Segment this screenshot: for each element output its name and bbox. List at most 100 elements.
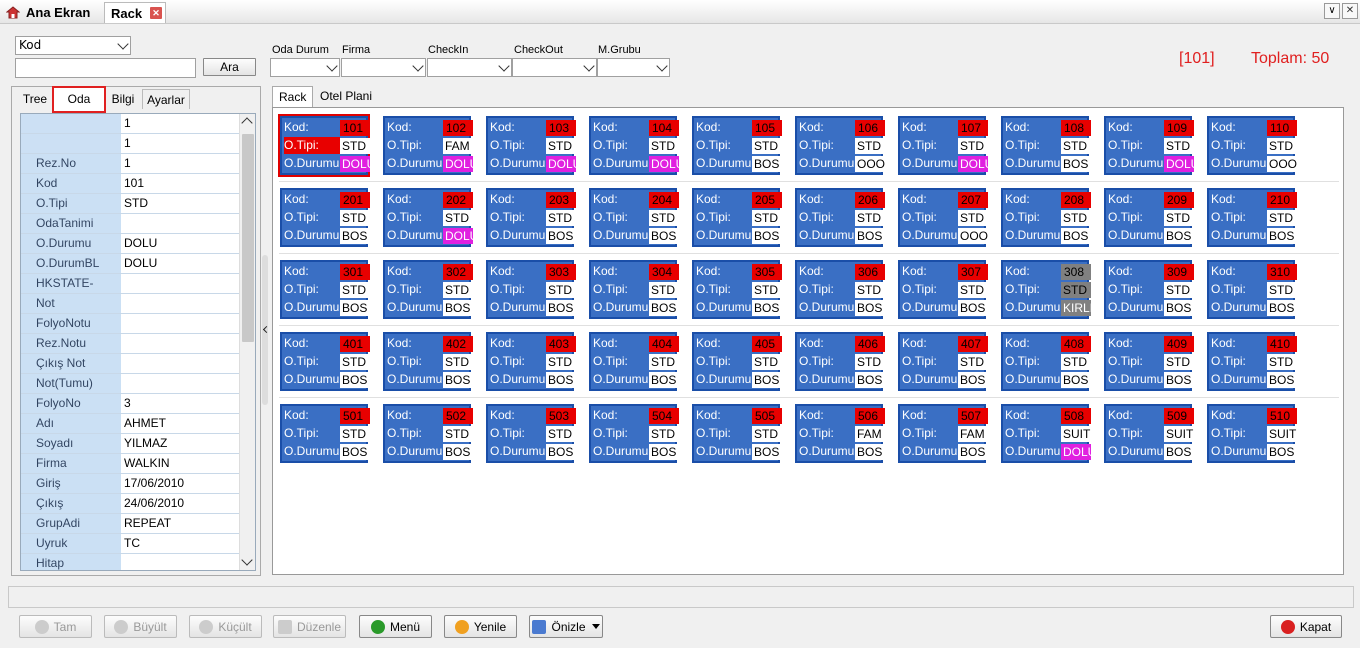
room-card[interactable]: Kod: 510 O.Tipi: SUIT O.Durumu: BOS [1207, 404, 1297, 463]
property-row[interactable]: Not(Tumu) [21, 374, 255, 394]
chevron-down-icon[interactable] [241, 554, 253, 566]
property-row[interactable]: Çıkış 24/06/2010 [21, 494, 255, 514]
tam-button[interactable]: Tam [19, 615, 92, 638]
room-card[interactable]: Kod: 209 O.Tipi: STD O.Durumu: BOS [1104, 188, 1194, 247]
room-card[interactable]: Kod: 307 O.Tipi: STD O.Durumu: BOS [898, 260, 988, 319]
checkout-select[interactable] [512, 58, 597, 77]
mgrubu-select[interactable] [597, 58, 670, 77]
kucult-button[interactable]: Küçült [189, 615, 262, 638]
scroll-thumb[interactable] [242, 134, 254, 342]
ara-button[interactable]: Ara [203, 58, 256, 76]
property-row[interactable]: Kod 101 [21, 174, 255, 194]
room-card[interactable]: Kod: 207 O.Tipi: STD O.Durumu: OOO [898, 188, 988, 247]
room-card[interactable]: Kod: 309 O.Tipi: STD O.Durumu: BOS [1104, 260, 1194, 319]
room-card[interactable]: Kod: 401 O.Tipi: STD O.Durumu: BOS [280, 332, 370, 391]
property-row[interactable]: 1 [21, 134, 255, 154]
room-card[interactable]: Kod: 310 O.Tipi: STD O.Durumu: BOS [1207, 260, 1297, 319]
property-row[interactable]: GrupAdi REPEAT [21, 514, 255, 534]
room-card[interactable]: Kod: 407 O.Tipi: STD O.Durumu: BOS [898, 332, 988, 391]
tab-ana-ekran[interactable]: Ana Ekran [5, 2, 102, 23]
room-card[interactable]: Kod: 504 O.Tipi: STD O.Durumu: BOS [589, 404, 679, 463]
room-card[interactable]: Kod: 206 O.Tipi: STD O.Durumu: BOS [795, 188, 885, 247]
room-card[interactable]: Kod: 506 O.Tipi: FAM O.Durumu: BOS [795, 404, 885, 463]
room-card[interactable]: Kod: 403 O.Tipi: STD O.Durumu: BOS [486, 332, 576, 391]
room-card[interactable]: Kod: 101O.Tipi:STD O.Durumu:DOLU [278, 114, 370, 177]
property-row[interactable]: Giriş 17/06/2010 [21, 474, 255, 494]
room-card[interactable]: Kod: 203 O.Tipi: STD O.Durumu: BOS [486, 188, 576, 247]
tab-rack-view[interactable]: Rack [272, 86, 314, 107]
property-row[interactable]: 1 [21, 114, 255, 134]
room-card[interactable]: Kod: 205 O.Tipi: STD O.Durumu: BOS [692, 188, 782, 247]
property-row[interactable]: FolyoNo 3 [21, 394, 255, 414]
room-card[interactable]: Kod: 402 O.Tipi: STD O.Durumu: BOS [383, 332, 473, 391]
property-row[interactable]: Firma WALKIN [21, 454, 255, 474]
close-window-icon[interactable]: ✕ [1342, 3, 1358, 19]
property-row[interactable]: HKSTATE- [21, 274, 255, 294]
room-card[interactable]: Kod: 208 O.Tipi: STD O.Durumu: BOS [1001, 188, 1091, 247]
tab-oda[interactable]: Oda [52, 86, 106, 113]
search-input[interactable] [15, 58, 196, 78]
room-card[interactable]: Kod: 304 O.Tipi: STD O.Durumu: BOS [589, 260, 679, 319]
room-card[interactable]: Kod: 404 O.Tipi: STD O.Durumu: BOS [589, 332, 679, 391]
property-row[interactable]: O.DurumBL DOLU [21, 254, 255, 274]
room-card[interactable]: Kod: 410 O.Tipi: STD O.Durumu: BOS [1207, 332, 1297, 391]
menu-button[interactable]: Menü [359, 615, 432, 638]
buyult-button[interactable]: Büyült [104, 615, 177, 638]
property-row[interactable]: Rez.No 1 [21, 154, 255, 174]
tab-tree[interactable]: Tree [17, 89, 53, 109]
room-card[interactable]: Kod: 306 O.Tipi: STD O.Durumu: BOS [795, 260, 885, 319]
room-card[interactable]: Kod: 210 O.Tipi: STD O.Durumu: BOS [1207, 188, 1297, 247]
scrollbar[interactable] [239, 114, 255, 570]
room-card[interactable]: Kod: 302 O.Tipi: STD O.Durumu: BOS [383, 260, 473, 319]
property-row[interactable]: Soyadı YILMAZ [21, 434, 255, 454]
room-card[interactable]: Kod: 109 O.Tipi: STD O.Durumu:DOLU [1104, 116, 1194, 175]
chevron-down-icon[interactable]: ∨ [1324, 3, 1340, 19]
onizle-button[interactable]: Önizle [529, 615, 603, 638]
checkin-select[interactable] [427, 58, 512, 77]
room-card[interactable]: Kod: 405 O.Tipi: STD O.Durumu: BOS [692, 332, 782, 391]
room-card[interactable]: Kod: 110 O.Tipi: STD O.Durumu: OOO [1207, 116, 1297, 175]
room-card[interactable]: Kod: 301 O.Tipi: STD O.Durumu: BOS [280, 260, 370, 319]
room-card[interactable]: Kod: 406 O.Tipi: STD O.Durumu: BOS [795, 332, 885, 391]
room-card[interactable]: Kod: 507 O.Tipi: FAM O.Durumu: BOS [898, 404, 988, 463]
dropdown-arrow-icon[interactable] [591, 624, 600, 629]
room-card[interactable]: Kod: 409 O.Tipi: STD O.Durumu: BOS [1104, 332, 1194, 391]
room-card[interactable]: Kod: 503 O.Tipi: STD O.Durumu: BOS [486, 404, 576, 463]
oda-durum-select[interactable] [270, 58, 340, 77]
tab-otel-plani[interactable]: Otel Plani [314, 86, 378, 107]
room-card[interactable]: Kod: 408 O.Tipi: STD O.Durumu: BOS [1001, 332, 1091, 391]
property-row[interactable]: OdaTanimi [21, 214, 255, 234]
room-card[interactable]: Kod: 303 O.Tipi: STD O.Durumu: BOS [486, 260, 576, 319]
splitter-handle[interactable] [262, 255, 271, 405]
chevron-up-icon[interactable] [241, 117, 253, 129]
room-card[interactable]: Kod: 105 O.Tipi: STD O.Durumu: BOS [692, 116, 782, 175]
room-card[interactable]: Kod: 204 O.Tipi: STD O.Durumu: BOS [589, 188, 679, 247]
tab-rack[interactable]: Rack ✕ [104, 2, 166, 23]
property-row[interactable]: Adı AHMET [21, 414, 255, 434]
duzenle-button[interactable]: Düzenle [273, 615, 346, 638]
room-card[interactable]: Kod: 201 O.Tipi: STD O.Durumu: BOS [280, 188, 370, 247]
room-card[interactable]: Kod: 502 O.Tipi: STD O.Durumu: BOS [383, 404, 473, 463]
room-card[interactable]: Kod: 308 O.Tipi: STD O.Durumu: KIRLI [1001, 260, 1091, 319]
room-card[interactable]: Kod: 102 O.Tipi: FAM O.Durumu:DOLU [383, 116, 473, 175]
room-card[interactable]: Kod: 103 O.Tipi: STD O.Durumu:DOLU [486, 116, 576, 175]
room-card[interactable]: Kod: 305 O.Tipi: STD O.Durumu: BOS [692, 260, 782, 319]
room-card[interactable]: Kod: 508 O.Tipi: SUIT O.Durumu:DOLU [1001, 404, 1091, 463]
room-card[interactable]: Kod: 104 O.Tipi: STD O.Durumu:DOLU [589, 116, 679, 175]
kapat-button[interactable]: Kapat [1270, 615, 1342, 638]
room-card[interactable]: Kod: 505 O.Tipi: STD O.Durumu: BOS [692, 404, 782, 463]
property-row[interactable]: Uyruk TC [21, 534, 255, 554]
tab-bilgi[interactable]: Bilgi [106, 89, 140, 109]
property-row[interactable]: O.Durumu DOLU [21, 234, 255, 254]
property-row[interactable]: Hitap [21, 554, 255, 570]
property-row[interactable]: Çıkış Not [21, 354, 255, 374]
property-row[interactable]: Rez.Notu [21, 334, 255, 354]
room-card[interactable]: Kod: 501 O.Tipi: STD O.Durumu: BOS [280, 404, 370, 463]
room-card[interactable]: Kod: 107 O.Tipi: STD O.Durumu:DOLU [898, 116, 988, 175]
room-card[interactable]: Kod: 106 O.Tipi: STD O.Durumu: OOO [795, 116, 885, 175]
property-row[interactable]: FolyoNotu [21, 314, 255, 334]
property-row[interactable]: Not [21, 294, 255, 314]
property-row[interactable]: O.Tipi STD [21, 194, 255, 214]
room-card[interactable]: Kod: 108 O.Tipi: STD O.Durumu: BOS [1001, 116, 1091, 175]
yenile-button[interactable]: Yenile [444, 615, 517, 638]
